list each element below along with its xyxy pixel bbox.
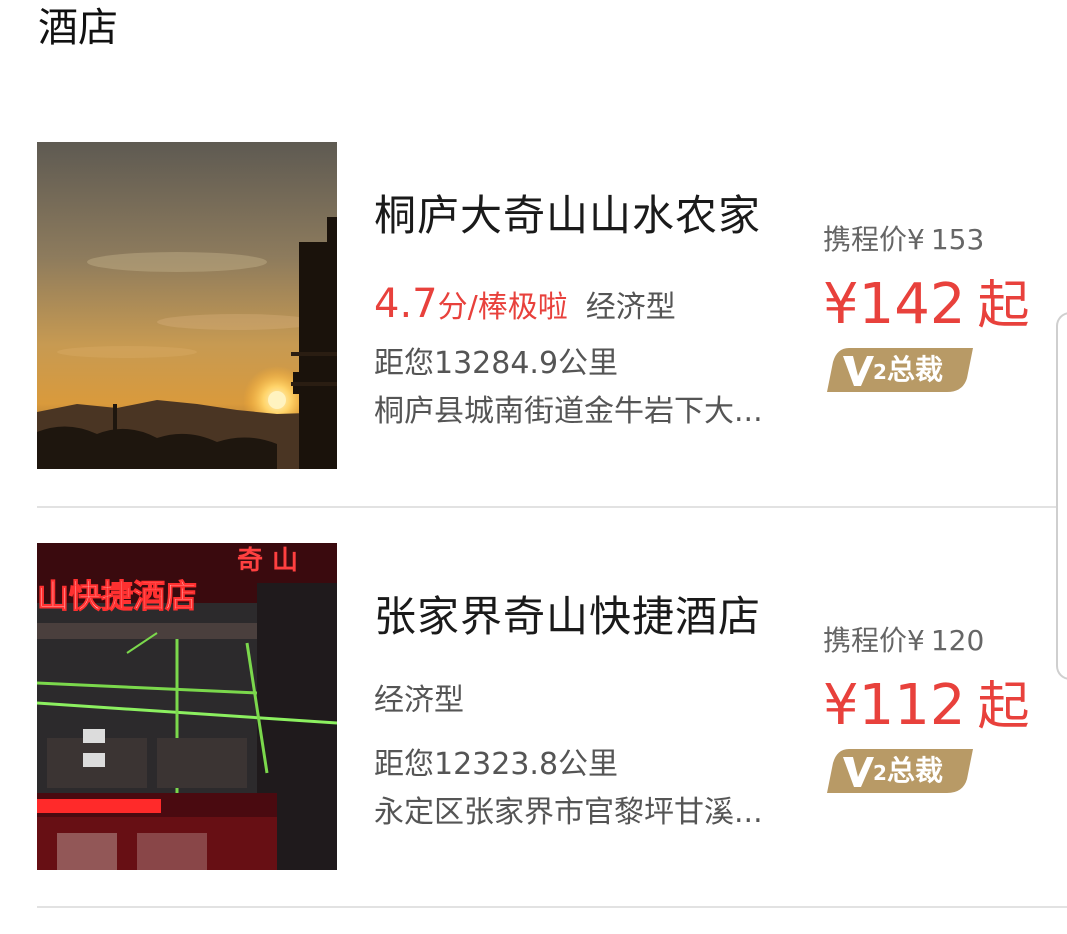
hotel-address: 永定区张家界市官黎坪甘溪... [374,795,763,830]
hotel-list-page: 酒店 桐庐大奇山山水农家 4.7分/棒极啦 经济型 距您13284.9公里 桐庐… [0,0,1067,934]
rating-word: 棒极啦 [477,290,568,325]
vip-level: 2 [873,761,887,785]
hotel-sign-text: 山快捷酒店 [37,577,197,615]
hotel-name[interactable]: 桐庐大奇山山水农家 [374,188,761,244]
hotel-name[interactable]: 张家界奇山快捷酒店 [374,589,761,645]
ctrip-price-label: 携程价¥ [823,624,925,657]
ctrip-price-amount: 120 [930,624,985,657]
hotel-distance: 距您12323.8公里 [374,747,619,782]
rating-row: 4.7分/棒极啦 经济型 [374,280,676,336]
hotel-card[interactable]: 山快捷酒店 奇 山 张家界奇山快捷酒店 经济型 距您12323.8公里 永定区张… [37,543,1067,871]
hotel-type: 经济型 [585,290,676,325]
divider [37,906,1067,908]
rating-unit: 分/ [437,290,478,325]
section-title: 酒店 [38,5,118,51]
ctrip-price-label: 携程价¥ [823,223,925,256]
ctrip-price-amount: 153 [930,223,985,256]
member-price: ¥112 起 [823,671,1030,742]
ctrip-price: 携程价¥ 153 [823,220,984,260]
hotel-photo[interactable] [37,142,337,469]
member-price: ¥142 起 [823,270,1030,341]
rating-score: 4.7 [374,281,438,327]
hotel-address: 桐庐县城南街道金牛岩下大... [374,394,763,429]
hotel-roof-text: 奇 山 [237,546,298,576]
ctrip-price: 携程价¥ 120 [823,621,984,661]
vip-level: 2 [873,360,887,384]
price-amount: ¥112 [823,673,966,738]
hotel-card[interactable]: 桐庐大奇山山水农家 4.7分/棒极啦 经济型 距您13284.9公里 桐庐县城南街… [37,142,1067,470]
vip-badge: 2 总裁 [827,348,973,392]
price-suffix: 起 [977,276,1030,336]
vip-label: 总裁 [887,353,944,386]
vip-label: 总裁 [887,754,944,787]
price-suffix: 起 [977,677,1030,737]
hotel-distance: 距您13284.9公里 [374,346,619,381]
vip-badge: 2 总裁 [827,749,973,793]
hotel-type: 经济型 [374,683,464,718]
side-drawer-handle[interactable] [1056,312,1067,680]
hotel-photo[interactable]: 山快捷酒店 奇 山 [37,543,337,870]
divider [37,506,1067,508]
price-amount: ¥142 [823,272,966,337]
